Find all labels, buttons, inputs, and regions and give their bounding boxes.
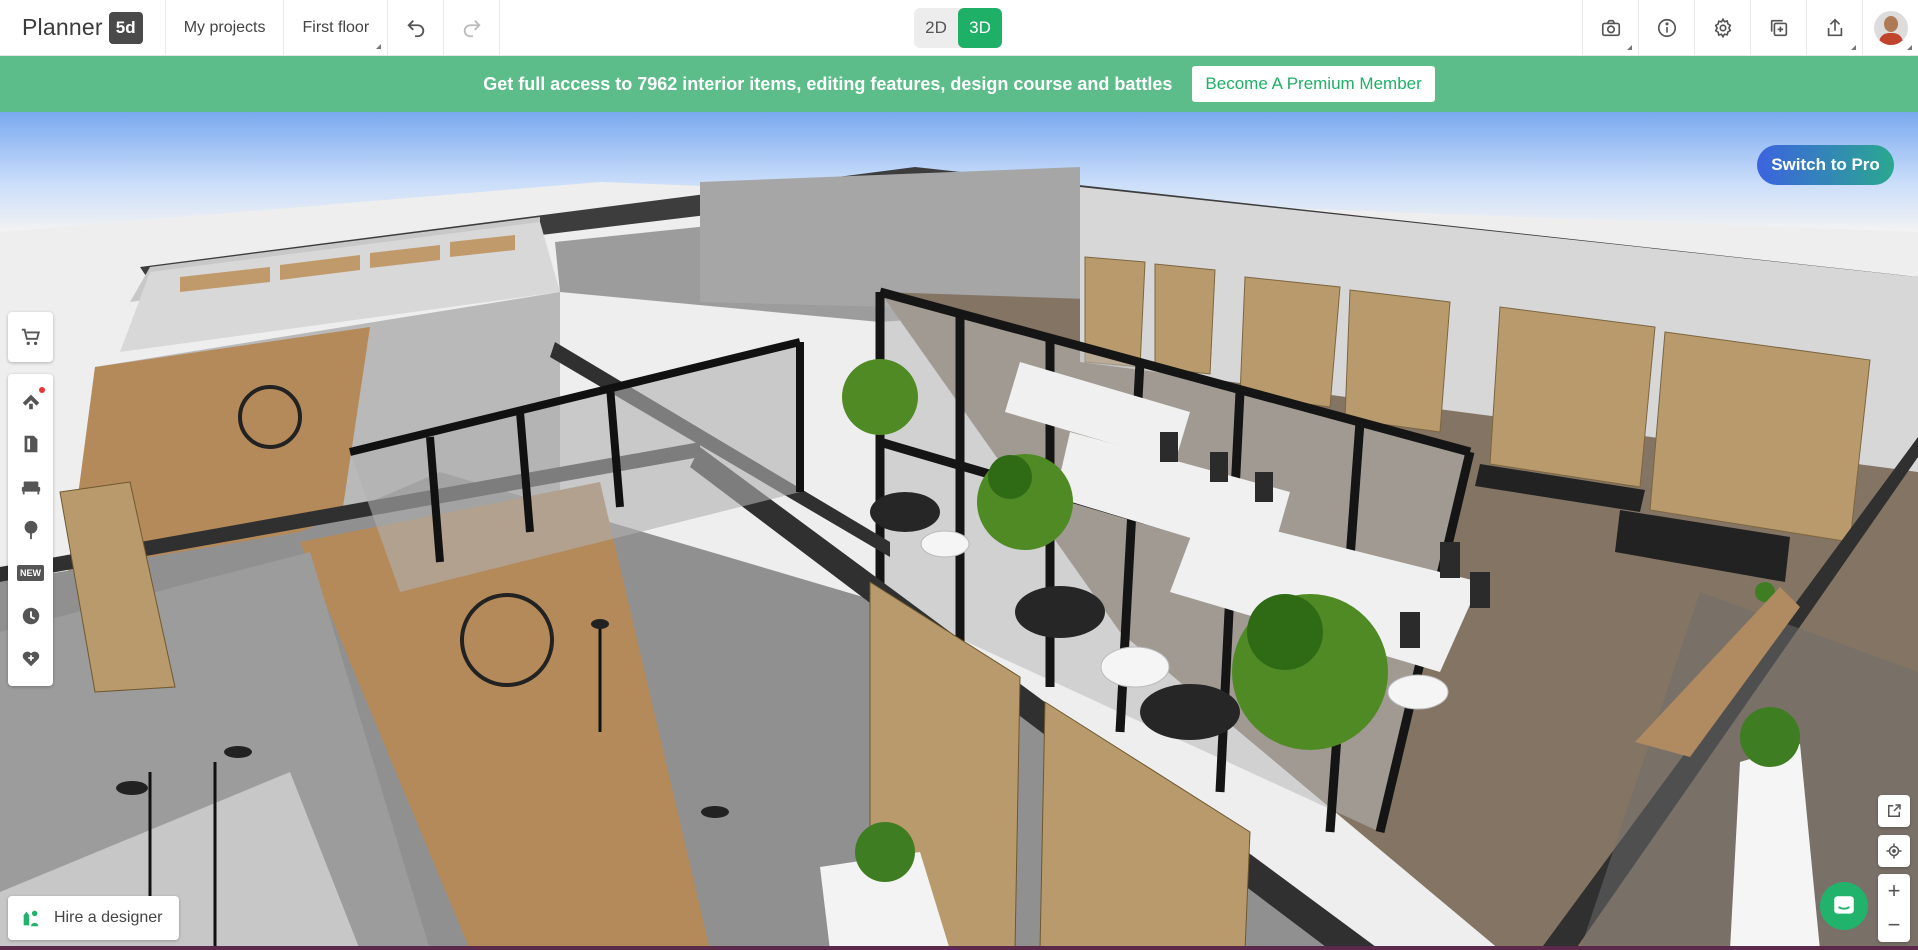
redo-button[interactable] <box>444 0 501 55</box>
cart-icon <box>21 328 40 346</box>
gear-icon <box>1714 17 1731 39</box>
top-right-actions <box>1582 0 1918 56</box>
user-menu-button[interactable] <box>1862 0 1918 56</box>
heart-icon <box>22 652 39 667</box>
designer-icon <box>23 910 39 927</box>
camera-button[interactable] <box>1582 0 1638 56</box>
furniture-tool-button[interactable] <box>15 471 47 503</box>
logo-badge: 5d <box>108 11 143 44</box>
my-projects-link[interactable]: My projects <box>166 0 285 55</box>
avatar <box>1873 11 1908 45</box>
favorites-button[interactable] <box>15 642 47 674</box>
add-copy-icon <box>1770 19 1787 37</box>
hire-designer-label: Hire a designer <box>54 909 163 926</box>
expand-icon <box>1888 804 1901 817</box>
redo-icon <box>463 19 481 37</box>
construction-tool-button[interactable] <box>15 385 47 417</box>
undo-button[interactable] <box>388 0 445 55</box>
left-tool-panel: NEW <box>8 374 53 686</box>
construction-icon <box>22 395 39 410</box>
chat-icon <box>1834 896 1854 914</box>
3d-viewport[interactable] <box>0 112 1918 950</box>
logo[interactable]: Planner 5d <box>0 0 166 55</box>
promo-text: Get full access to 7962 interior items, … <box>483 73 1173 94</box>
locate-button[interactable] <box>1878 835 1910 867</box>
view-mode-toggle: 2D 3D <box>914 8 1002 48</box>
notification-dot <box>38 387 45 394</box>
logo-text: Planner <box>22 14 103 40</box>
zoom-controls: + − <box>1878 874 1910 942</box>
camera-icon <box>1601 19 1620 37</box>
zoom-in-button[interactable]: + <box>1878 874 1910 908</box>
share-icon <box>1827 18 1842 37</box>
bottom-border <box>0 946 1918 950</box>
3d-scene-render <box>0 167 1918 950</box>
planner-app: Planner 5d My projects First floor 2D 3D <box>0 0 1918 950</box>
tree-icon <box>24 520 37 540</box>
settings-button[interactable] <box>1694 0 1750 56</box>
locate-icon <box>1886 843 1902 859</box>
new-items-button[interactable]: NEW <box>15 557 47 589</box>
zoom-out-button[interactable]: − <box>1878 908 1910 942</box>
share-button[interactable] <box>1806 0 1862 56</box>
floor-selector[interactable]: First floor <box>284 0 389 55</box>
top-bar: Planner 5d My projects First floor 2D 3D <box>0 0 1918 56</box>
promo-banner: Get full access to 7962 interior items, … <box>0 56 1918 112</box>
hire-designer-button[interactable]: Hire a designer <box>8 896 179 940</box>
cart-button[interactable] <box>8 312 53 362</box>
chat-button[interactable] <box>1820 882 1868 930</box>
add-copy-button[interactable] <box>1750 0 1806 56</box>
undo-icon <box>407 19 424 37</box>
catalog-tool-button[interactable] <box>15 428 47 460</box>
history-icon <box>22 607 39 624</box>
info-icon <box>1657 18 1676 38</box>
history-button[interactable] <box>15 600 47 632</box>
become-premium-button[interactable]: Become A Premium Member <box>1192 66 1435 102</box>
fullscreen-button[interactable] <box>1878 795 1910 827</box>
switch-to-pro-button[interactable]: Switch to Pro <box>1757 145 1894 185</box>
book-icon <box>24 436 37 453</box>
new-badge: NEW <box>17 564 44 581</box>
sofa-icon <box>21 481 40 495</box>
view-3d-button[interactable]: 3D <box>958 8 1002 48</box>
view-2d-button[interactable]: 2D <box>914 8 958 48</box>
exterior-tool-button[interactable] <box>15 514 47 546</box>
info-button[interactable] <box>1638 0 1694 56</box>
